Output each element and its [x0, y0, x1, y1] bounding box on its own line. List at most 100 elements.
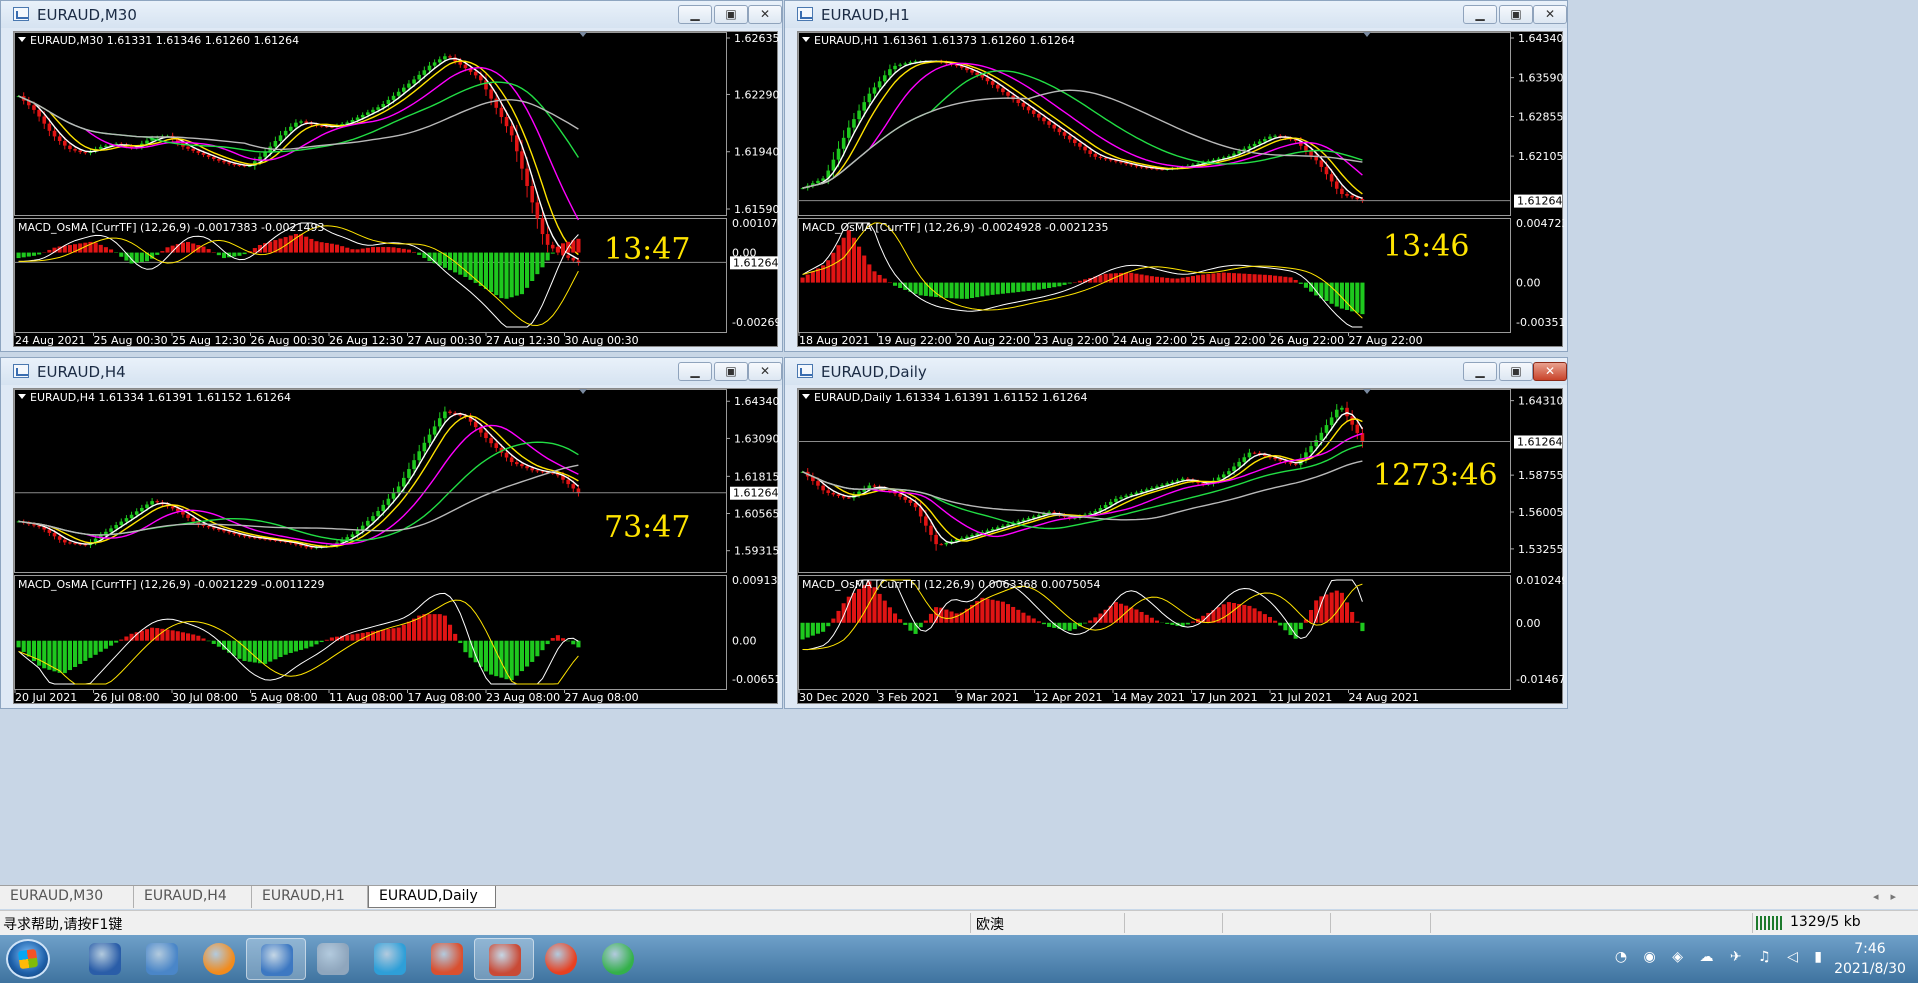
macd-label: MACD_OsMA [CurrTF] (12,26,9) -0.0021229 … — [18, 578, 324, 591]
candle-body — [57, 136, 62, 142]
candle-body — [525, 466, 529, 469]
macd-tick-label: 0.00 — [1516, 617, 1541, 630]
macd-pane-border — [798, 575, 1511, 690]
candle-body — [1345, 194, 1349, 196]
taskbar-app-7[interactable] — [474, 938, 534, 980]
taskbar-app-0[interactable] — [75, 938, 135, 980]
tab-euraud-h4[interactable]: EURAUD,H4 — [134, 886, 252, 908]
candle-body — [846, 497, 851, 499]
candle-body — [1257, 141, 1262, 144]
chart-canvas[interactable]: 1.61264 1.62635 1.62290 1.61940 1.61590 EURAU… — [13, 31, 779, 347]
candle-body — [535, 470, 540, 472]
candle-body — [509, 126, 514, 136]
chart-info-label: EURAUD,H4 1.61334 1.61391 1.61152 1.6126… — [30, 391, 291, 404]
close-button[interactable]: ✕ — [748, 362, 782, 381]
chart-window-h1[interactable]: EURAUD,H1 ▁ ▣ ✕ 1.61264 1.64340 1.63590 1.62855… — [784, 0, 1568, 352]
candle-body — [73, 149, 77, 151]
chart-menu-arrow-icon — [802, 394, 810, 399]
taskbar-app-2[interactable] — [189, 938, 249, 980]
chart-window-daily[interactable]: EURAUD,Daily ▁ ▣ ✕ 1.61264 1.64310 1.58755 1.56… — [784, 357, 1568, 709]
restore-button[interactable]: ▣ — [1499, 362, 1533, 381]
chart-window-icon — [13, 7, 29, 21]
candle-body — [401, 477, 406, 487]
candle-body — [888, 69, 892, 76]
candle-body — [170, 506, 175, 509]
firefox-icon — [203, 943, 235, 975]
chart-tab-bar: EURAUD,M30 EURAUD,H4 EURAUD,H1 EURAUD,Da… — [0, 885, 1918, 909]
ma-gray-line — [802, 460, 1363, 521]
close-button[interactable]: ✕ — [1533, 5, 1567, 24]
time-tick-label: 27 Aug 00:30 — [408, 334, 482, 347]
system-tray[interactable]: ◔ ◉ ◈ ☁ ✈ ♫ ◁ ▮ — [1615, 949, 1828, 969]
window-titlebar[interactable]: EURAUD,M30 ▁ ▣ ✕ — [1, 1, 782, 28]
macd-tick-label: 0.0010707 — [732, 217, 779, 230]
restore-button[interactable]: ▣ — [1499, 5, 1533, 24]
tab-euraud-daily[interactable]: EURAUD,Daily — [368, 886, 496, 908]
candle-body — [908, 499, 913, 503]
tab-scroll-arrows[interactable]: ◂▸ — [1873, 890, 1908, 903]
candle-body — [1232, 466, 1236, 472]
candle-body — [273, 140, 278, 147]
close-button[interactable]: ✕ — [1533, 362, 1567, 381]
window-titlebar[interactable]: EURAUD,H1 ▁ ▣ ✕ — [785, 1, 1567, 28]
candle-body — [1273, 135, 1277, 137]
minimize-button[interactable]: ▁ — [678, 5, 712, 24]
taskbar-app-8[interactable] — [531, 938, 591, 980]
candle-body — [73, 543, 77, 545]
candle-body — [396, 486, 401, 493]
window-title: EURAUD,H1 — [821, 6, 910, 24]
candle-body — [386, 498, 391, 505]
candle-body — [211, 156, 216, 159]
chart-window-h4[interactable]: EURAUD,H4 ▁ ▣ ✕ 1.61264 1.64340 1.63090 1.61815… — [0, 357, 783, 709]
terminal-icon — [431, 943, 463, 975]
taskbar-app-6[interactable] — [417, 938, 477, 980]
candle-body — [1093, 153, 1098, 157]
current-price-label: 1.61264 — [1517, 195, 1563, 208]
candle-body — [540, 218, 545, 235]
chart-canvas[interactable]: 1.61264 1.64340 1.63590 1.62855 1.62105 EURAU… — [797, 31, 1564, 347]
close-button[interactable]: ✕ — [748, 5, 782, 24]
candle-body — [350, 534, 355, 538]
candle-body — [826, 490, 831, 493]
system-clock[interactable]: 7:46 2021/8/30 — [1830, 939, 1910, 979]
window-titlebar[interactable]: EURAUD,H4 ▁ ▣ ✕ — [1, 358, 782, 385]
time-tick-label: 30 Jul 08:00 — [172, 691, 238, 704]
candle-body — [1083, 146, 1087, 151]
price-tick-label: 1.64340 — [734, 395, 779, 408]
candle-body — [309, 547, 314, 549]
window-titlebar[interactable]: EURAUD,Daily ▁ ▣ ✕ — [785, 358, 1567, 385]
chart-window-m30[interactable]: EURAUD,M30 ▁ ▣ ✕ 1.61264 1.62635 1.62290 1.6194… — [0, 0, 783, 352]
candle-body — [32, 105, 36, 110]
tab-euraud-h1[interactable]: EURAUD,H1 — [252, 886, 368, 908]
taskbar-app-1[interactable] — [132, 938, 192, 980]
macd-tick-label: -0.0065101 — [732, 673, 779, 686]
minimize-button[interactable]: ▁ — [1463, 362, 1497, 381]
candle-body — [877, 81, 882, 88]
taskbar-app-9[interactable] — [588, 938, 648, 980]
candle-body — [299, 121, 303, 123]
minimize-button[interactable]: ▁ — [678, 362, 712, 381]
status-traffic: 1329/5 kb — [1790, 914, 1861, 930]
minimize-button[interactable]: ▁ — [1463, 5, 1497, 24]
macd-tick-label: 0.00 — [732, 247, 757, 260]
tab-euraud-m30[interactable]: EURAUD,M30 — [0, 886, 134, 908]
taskbar-app-4[interactable] — [303, 938, 363, 980]
candle-body — [422, 70, 427, 75]
candle-body — [155, 501, 160, 503]
candle-body — [1057, 128, 1062, 133]
terminal2-icon — [489, 944, 521, 976]
macd-tick-label: 0.00 — [732, 635, 757, 648]
price-chart-svg: 1.61264 1.64310 1.58755 1.56005 1.53255 EURAU… — [798, 389, 1564, 704]
restore-button[interactable]: ▣ — [714, 5, 748, 24]
candle-body — [463, 64, 468, 69]
time-tick-label: 3 Feb 2021 — [878, 691, 939, 704]
macd-label: MACD_OsMA [CurrTF] (12,26,9) -0.0017383 … — [18, 221, 324, 234]
taskbar-app-3[interactable] — [246, 938, 306, 980]
candle-body — [970, 70, 974, 73]
time-tick-label: 25 Aug 22:00 — [1192, 334, 1266, 347]
chart-canvas[interactable]: 1.61264 1.64340 1.63090 1.61815 1.60565 1.593… — [13, 388, 779, 704]
restore-button[interactable]: ▣ — [714, 362, 748, 381]
chart-canvas[interactable]: 1.61264 1.64310 1.58755 1.56005 1.53255 EURAU… — [797, 388, 1564, 704]
taskbar-app-5[interactable] — [360, 938, 420, 980]
start-button[interactable] — [6, 939, 50, 979]
